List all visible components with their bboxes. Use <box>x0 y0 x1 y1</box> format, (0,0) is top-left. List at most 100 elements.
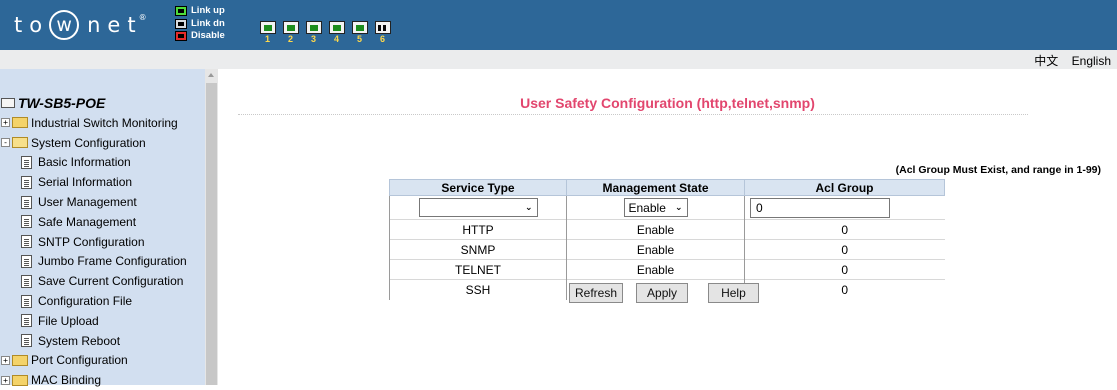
folder-icon <box>12 117 28 129</box>
sidebar-scrollbar[interactable] <box>205 69 218 385</box>
port-number: 5 <box>356 34 362 44</box>
scroll-up-arrow-icon[interactable] <box>208 73 214 77</box>
port-number: 4 <box>333 34 339 44</box>
port-number: 1 <box>264 34 270 44</box>
nav-tree: TW-SB5-POE + Industrial Switch Monitoring… <box>0 93 205 390</box>
port-1[interactable]: 1 <box>258 21 277 44</box>
acl-note: (Acl Group Must Exist, and range in 1-99… <box>895 164 1101 176</box>
port-number: 3 <box>310 34 316 44</box>
sidebar-item-system-configuration[interactable]: - System Configuration <box>0 133 205 153</box>
lang-chinese-link[interactable]: 中文 <box>1034 54 1058 68</box>
expand-plus-icon[interactable]: + <box>1 375 10 385</box>
port-2[interactable]: 2 <box>281 21 300 44</box>
legend-disable: Disable <box>175 30 225 43</box>
logo-circle-letter: w <box>49 10 80 40</box>
sidebar-item-save-current-configuration[interactable]: Save Current Configuration <box>0 271 205 291</box>
service-cell: HTTP <box>389 219 567 240</box>
port-panel: 1 2 3 4 5 6 <box>258 21 396 44</box>
sidebar-item-safe-management[interactable]: Safe Management <box>0 212 205 232</box>
page-title: User Safety Configuration (http,telnet,s… <box>520 95 815 111</box>
scrollbar-thumb[interactable] <box>206 83 217 385</box>
ethernet-port-icon <box>328 21 345 34</box>
state-cell: Enable <box>566 239 745 260</box>
collapse-minus-icon[interactable]: - <box>1 138 10 148</box>
lang-english-link[interactable]: English <box>1072 54 1111 68</box>
port-3[interactable]: 3 <box>304 21 323 44</box>
header-bar: to w net ® Link up Link dn Disable 1 2 3… <box>0 0 1117 50</box>
page-icon <box>21 235 32 249</box>
refresh-button[interactable]: Refresh <box>569 283 624 303</box>
logo-text-end: net <box>87 13 143 37</box>
page-icon <box>21 215 32 229</box>
sidebar-item-user-management[interactable]: User Management <box>0 192 205 212</box>
legend-link-down: Link dn <box>175 18 225 31</box>
legend-label: Link up <box>191 5 225 17</box>
fiber-port-icon <box>374 21 391 34</box>
action-buttons: Refresh Apply Help <box>569 283 772 303</box>
sidebar-item-label: Jumbo Frame Configuration <box>38 254 187 269</box>
sidebar-item-system-reboot[interactable]: System Reboot <box>0 331 205 351</box>
acl-cell: 0 <box>744 279 945 300</box>
folder-icon <box>12 354 28 366</box>
sidebar-item-label: SNTP Configuration <box>38 234 145 249</box>
column-header-service-type: Service Type <box>389 179 567 196</box>
apply-button[interactable]: Apply <box>636 283 689 303</box>
sidebar-item-basic-information[interactable]: Basic Information <box>0 153 205 173</box>
sidebar-item-label: Safe Management <box>38 214 137 229</box>
help-button[interactable]: Help <box>708 283 759 303</box>
management-state-select[interactable]: Enable ⌄ <box>623 198 688 217</box>
table-row[interactable]: HTTP Enable 0 <box>389 219 945 240</box>
expand-plus-icon[interactable]: + <box>1 355 10 365</box>
sidebar-item-label: Serial Information <box>38 175 133 190</box>
page-icon <box>21 334 32 348</box>
sidebar-item-label: MAC Binding <box>31 373 102 388</box>
state-cell: Enable <box>566 259 745 280</box>
legend-label: Disable <box>191 30 225 42</box>
column-header-management-state: Management State <box>566 179 745 196</box>
port-6[interactable]: 6 <box>373 21 392 44</box>
page-icon <box>21 254 32 268</box>
port-number: 6 <box>379 34 385 44</box>
page-icon <box>21 155 32 169</box>
sidebar-item-configuration-file[interactable]: Configuration File <box>0 291 205 311</box>
service-cell: SNMP <box>389 239 567 260</box>
port-status-legend: Link up Link dn Disable <box>175 5 225 43</box>
table-row[interactable]: SNMP Enable 0 <box>389 239 945 260</box>
management-state-cell: Enable ⌄ <box>566 195 745 220</box>
service-cell: SSH <box>389 279 567 300</box>
ethernet-port-icon <box>282 21 299 34</box>
page-icon <box>21 294 32 308</box>
management-state-value: Enable <box>628 200 666 215</box>
expand-plus-icon[interactable]: + <box>1 118 10 128</box>
port-5[interactable]: 5 <box>350 21 369 44</box>
state-cell: Enable <box>566 219 745 240</box>
acl-cell: 0 <box>744 219 945 240</box>
sidebar-item-sntp-configuration[interactable]: SNTP Configuration <box>0 232 205 252</box>
sidebar-item-serial-information[interactable]: Serial Information <box>0 172 205 192</box>
sidebar-item-label: Configuration File <box>38 294 133 309</box>
legend-link-up: Link up <box>175 5 225 18</box>
sidebar-item-mac-binding[interactable]: + MAC Binding <box>0 370 205 390</box>
sidebar-item-industrial-switch-monitoring[interactable]: + Industrial Switch Monitoring <box>0 113 205 133</box>
sidebar-item-jumbo-frame-configuration[interactable]: Jumbo Frame Configuration <box>0 252 205 272</box>
service-type-select[interactable]: ⌄ <box>418 198 538 217</box>
acl-group-input[interactable]: 0 <box>750 197 890 218</box>
legend-label: Link dn <box>191 17 225 29</box>
sidebar-item-label: Save Current Configuration <box>38 274 184 289</box>
sidebar-item-file-upload[interactable]: File Upload <box>0 311 205 331</box>
sidebar-item-port-configuration[interactable]: + Port Configuration <box>0 351 205 371</box>
link-up-icon <box>175 6 187 17</box>
tree-root[interactable]: TW-SB5-POE <box>0 93 205 113</box>
folder-open-icon <box>12 137 28 149</box>
table-row[interactable]: TELNET Enable 0 <box>389 259 945 280</box>
port-4[interactable]: 4 <box>327 21 346 44</box>
acl-cell: 0 <box>744 259 945 280</box>
language-switch: 中文 English <box>1024 52 1111 69</box>
folder-icon <box>12 374 28 386</box>
disabled-icon <box>175 31 187 42</box>
ethernet-port-icon <box>305 21 322 34</box>
service-cell: TELNET <box>389 259 567 280</box>
brand-logo: to w net ® <box>14 6 147 44</box>
service-type-cell: ⌄ <box>389 195 567 220</box>
safety-config-table: Service Type Management State Acl Group … <box>389 179 945 300</box>
